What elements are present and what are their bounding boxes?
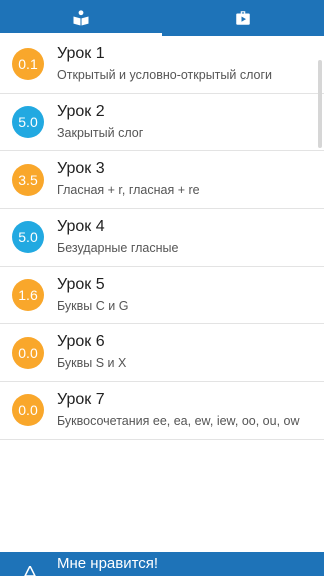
list-item[interactable]: 1.6 Урок 5 Буквы C и G	[0, 266, 324, 325]
tab-lessons[interactable]	[0, 0, 162, 36]
tab-videos[interactable]	[162, 0, 324, 36]
score-badge: 0.0	[12, 336, 44, 369]
score-badge: 5.0	[12, 106, 44, 139]
lesson-subtitle: Буквосочетания ee, ea, ew, iew, oo, ou, …	[57, 414, 300, 429]
lesson-subtitle: Буквы S и X	[57, 356, 127, 371]
lesson-title: Урок 7	[57, 391, 105, 409]
score-badge: 3.5	[12, 163, 44, 196]
lesson-title: Урок 2	[57, 102, 105, 120]
score-badge: 5.0	[12, 221, 44, 254]
score-badge: 0.1	[12, 48, 44, 81]
play-case-icon	[236, 11, 250, 25]
lesson-title: Урок 4	[57, 218, 105, 236]
like-label: Мне нравится!	[57, 555, 159, 572]
lesson-title: Урок 3	[57, 160, 105, 178]
lesson-subtitle: Буквы C и G	[57, 298, 129, 313]
list-item[interactable]: 3.5 Урок 3 Гласная + r, гласная + re	[0, 151, 324, 210]
scrollbar[interactable]	[318, 60, 322, 148]
lesson-title: Урок 6	[57, 333, 105, 351]
list-item[interactable]: 5.0 Урок 4 Безударные гласные	[0, 209, 324, 267]
lesson-subtitle: Безударные гласные	[57, 241, 179, 256]
lesson-subtitle: Гласная + r, гласная + re	[57, 183, 200, 198]
list-item[interactable]: 5.0 Урок 2 Закрытый слог	[0, 93, 324, 152]
book-reader-icon	[73, 10, 89, 26]
score-badge: 1.6	[12, 279, 44, 312]
lesson-list: 0.1 Урок 1 Открытый и условно-открытый с…	[0, 36, 324, 440]
lesson-subtitle: Закрытый слог	[57, 125, 144, 140]
lesson-title: Урок 5	[57, 275, 105, 293]
thumbs-up-icon	[24, 566, 36, 576]
lesson-subtitle: Открытый и условно-открытый слоги	[57, 68, 273, 82]
list-item[interactable]: 0.0 Урок 7 Буквосочетания ee, ea, ew, ie…	[0, 382, 324, 440]
like-banner[interactable]: Мне нравится!	[0, 552, 324, 576]
lesson-title: Урок 1	[57, 45, 105, 62]
list-item[interactable]: 0.0 Урок 6 Буквы S и X	[0, 324, 324, 383]
top-tab-bar	[0, 0, 324, 36]
score-badge: 0.0	[12, 394, 44, 427]
list-item[interactable]: 0.1 Урок 1 Открытый и условно-открытый с…	[0, 36, 324, 94]
